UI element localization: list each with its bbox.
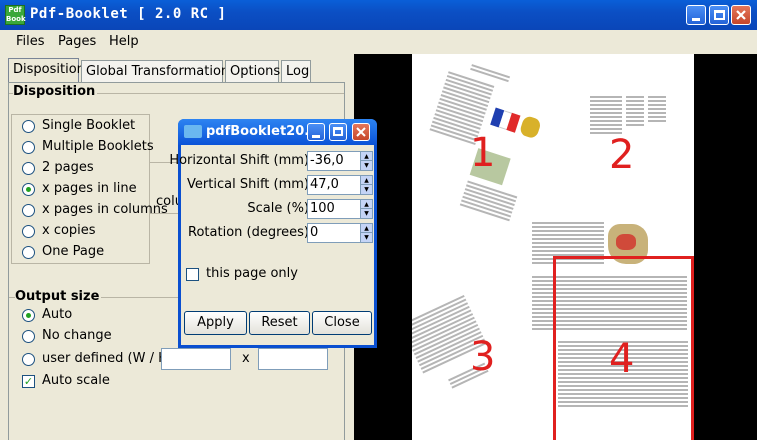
radio-indicator	[22, 141, 35, 154]
spinner-buttons: ▲ ▼	[360, 200, 372, 218]
preview-sheet: 1 2 3 4	[412, 54, 694, 440]
radio-indicator	[22, 204, 35, 217]
text-block	[648, 96, 666, 124]
apply-button[interactable]: Apply	[184, 311, 247, 335]
transform-dialog: pdfBooklet20... Horizontal Shift (mm) -3…	[169, 119, 377, 348]
dialog-minimize-button[interactable]	[307, 123, 325, 141]
menu-bar: Files Pages Help	[0, 30, 757, 54]
booklet-preview[interactable]: 1 2 3 4	[354, 54, 757, 440]
checkbox-label: this page only	[206, 266, 298, 281]
rotation-label: Rotation (degrees)	[188, 225, 309, 240]
radio-indicator-selected	[22, 183, 35, 196]
radio-indicator	[22, 330, 35, 343]
spinner-buttons: ▲ ▼	[360, 224, 372, 242]
tab-global-transformations[interactable]: Global Transformations	[81, 60, 236, 82]
spin-up-arrow-icon[interactable]: ▲	[361, 224, 372, 233]
pdf-booklet-app-icon: Pdf Book	[5, 5, 26, 25]
checkbox-label: Auto scale	[42, 373, 110, 388]
menu-files[interactable]: Files	[16, 34, 45, 49]
preview-page-3	[412, 291, 524, 434]
window-title: Pdf-Booklet [ 2.0 RC ]	[30, 6, 227, 22]
horizontal-shift-spinner[interactable]: -36,0 ▲ ▼	[307, 151, 373, 171]
spin-down-arrow-icon[interactable]: ▼	[361, 233, 372, 242]
radio-label: One Page	[42, 244, 105, 259]
radio-label: Multiple Booklets	[42, 139, 154, 154]
rotation-spinner[interactable]: 0 ▲ ▼	[307, 223, 373, 243]
radio-indicator	[22, 120, 35, 133]
this-page-only-checkbox[interactable]: this page only	[186, 266, 336, 284]
spin-up-arrow-icon[interactable]: ▲	[361, 176, 372, 185]
close-window-button[interactable]	[731, 5, 751, 25]
dimension-separator: x	[242, 351, 250, 366]
radio-label: x copies	[42, 223, 96, 238]
checkmark-icon: ✓	[22, 375, 35, 388]
france-flag-image	[490, 107, 521, 133]
dialog-app-icon	[184, 125, 202, 138]
spin-up-arrow-icon[interactable]: ▲	[361, 200, 372, 209]
close-icon	[356, 127, 366, 137]
spin-down-arrow-icon[interactable]: ▼	[361, 161, 372, 170]
text-block	[626, 96, 644, 128]
minimize-icon	[692, 18, 700, 21]
page-number-3: 3	[470, 334, 496, 380]
radio-label: Auto	[42, 307, 73, 322]
width-input[interactable]	[161, 348, 231, 370]
menu-help[interactable]: Help	[109, 34, 139, 49]
spinner-buttons: ▲ ▼	[360, 152, 372, 170]
dialog-title: pdfBooklet20...	[206, 124, 320, 139]
radio-indicator	[22, 225, 35, 238]
page-number-1: 1	[470, 130, 496, 176]
maximize-icon	[333, 127, 343, 136]
radio-label: No change	[42, 328, 112, 343]
radio-label: 2 pages	[42, 160, 94, 175]
spinner-value: 0	[310, 225, 319, 240]
close-icon	[736, 10, 746, 20]
radio-label: Single Booklet	[42, 118, 136, 133]
title-bar: Pdf Book Pdf-Booklet [ 2.0 RC ]	[0, 0, 757, 30]
tab-log[interactable]: Log	[281, 60, 311, 82]
checkbox-indicator	[186, 268, 199, 281]
page-number-4: 4	[609, 336, 635, 382]
height-input[interactable]	[258, 348, 328, 370]
radio-label: user defined (W / H)	[42, 351, 173, 366]
dialog-close-window-button[interactable]	[352, 123, 370, 141]
coat-of-arms-image	[518, 114, 543, 140]
radio-indicator-selected	[22, 309, 35, 322]
reset-button[interactable]: Reset	[249, 311, 310, 335]
dialog-maximize-button[interactable]	[329, 123, 347, 141]
radio-indicator	[22, 353, 35, 366]
maximize-button[interactable]	[709, 5, 729, 25]
tab-disposition[interactable]: Disposition	[8, 58, 85, 83]
vertical-shift-label: Vertical Shift (mm)	[187, 177, 309, 192]
radio-label: x pages in line	[42, 181, 137, 196]
horizontal-shift-label: Horizontal Shift (mm)	[169, 153, 309, 168]
spin-up-arrow-icon[interactable]: ▲	[361, 152, 372, 161]
page-number-2: 2	[609, 132, 635, 178]
disposition-heading: Disposition	[13, 84, 98, 99]
maximize-icon	[714, 10, 725, 20]
minimize-icon	[312, 135, 320, 138]
radio-label: x pages in columns	[42, 202, 168, 217]
spin-down-arrow-icon[interactable]: ▼	[361, 209, 372, 218]
output-size-heading: Output size	[15, 289, 102, 304]
spin-down-arrow-icon[interactable]: ▼	[361, 185, 372, 194]
close-button[interactable]: Close	[312, 311, 372, 335]
scale-spinner[interactable]: 100 ▲ ▼	[307, 199, 373, 219]
radio-indicator	[22, 246, 35, 259]
vertical-shift-spinner[interactable]: 47,0 ▲ ▼	[307, 175, 373, 195]
menu-pages[interactable]: Pages	[58, 34, 96, 49]
minimize-button[interactable]	[686, 5, 706, 25]
radio-indicator	[22, 162, 35, 175]
spinner-value: 47,0	[310, 177, 339, 192]
dialog-title-bar[interactable]: pdfBooklet20...	[178, 119, 377, 145]
spinner-value: 100	[310, 201, 335, 216]
text-block	[459, 180, 518, 223]
spinner-value: -36,0	[310, 153, 344, 168]
scale-label: Scale (%)	[247, 201, 309, 216]
tab-options[interactable]: Options	[225, 60, 280, 82]
text-block	[590, 96, 622, 136]
spinner-buttons: ▲ ▼	[360, 176, 372, 194]
dialog-body: Horizontal Shift (mm) -36,0 ▲ ▼ Vertical…	[169, 145, 374, 345]
